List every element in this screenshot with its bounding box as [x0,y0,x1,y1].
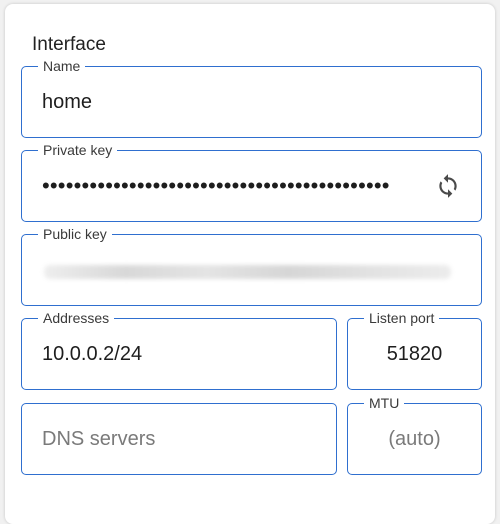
name-field[interactable]: Name home [21,56,482,138]
refresh-icon[interactable] [433,171,463,201]
addresses-field[interactable]: Addresses 10.0.0.2/24 [21,308,337,390]
addresses-value[interactable]: 10.0.0.2/24 [42,319,142,389]
private-key-value[interactable]: ••••••••••••••••••••••••••••••••••••••••… [42,151,390,221]
name-value[interactable]: home [42,67,92,137]
public-key-label: Public key [38,224,112,244]
listen-port-value[interactable]: 51820 [348,319,481,389]
listen-port-field[interactable]: Listen port 51820 [347,308,482,390]
private-key-field[interactable]: Private key ••••••••••••••••••••••••••••… [21,140,482,222]
dns-servers-placeholder[interactable]: DNS servers [42,404,155,474]
interface-card: Interface Name home Private key ••••••••… [5,4,495,524]
public-key-field: Public key [21,224,482,306]
mtu-placeholder[interactable]: (auto) [348,404,481,474]
dns-servers-field[interactable]: DNS servers [21,403,337,475]
public-key-redacted-value [44,265,451,279]
mtu-field[interactable]: MTU (auto) [347,393,482,475]
section-title: Interface [32,34,106,55]
